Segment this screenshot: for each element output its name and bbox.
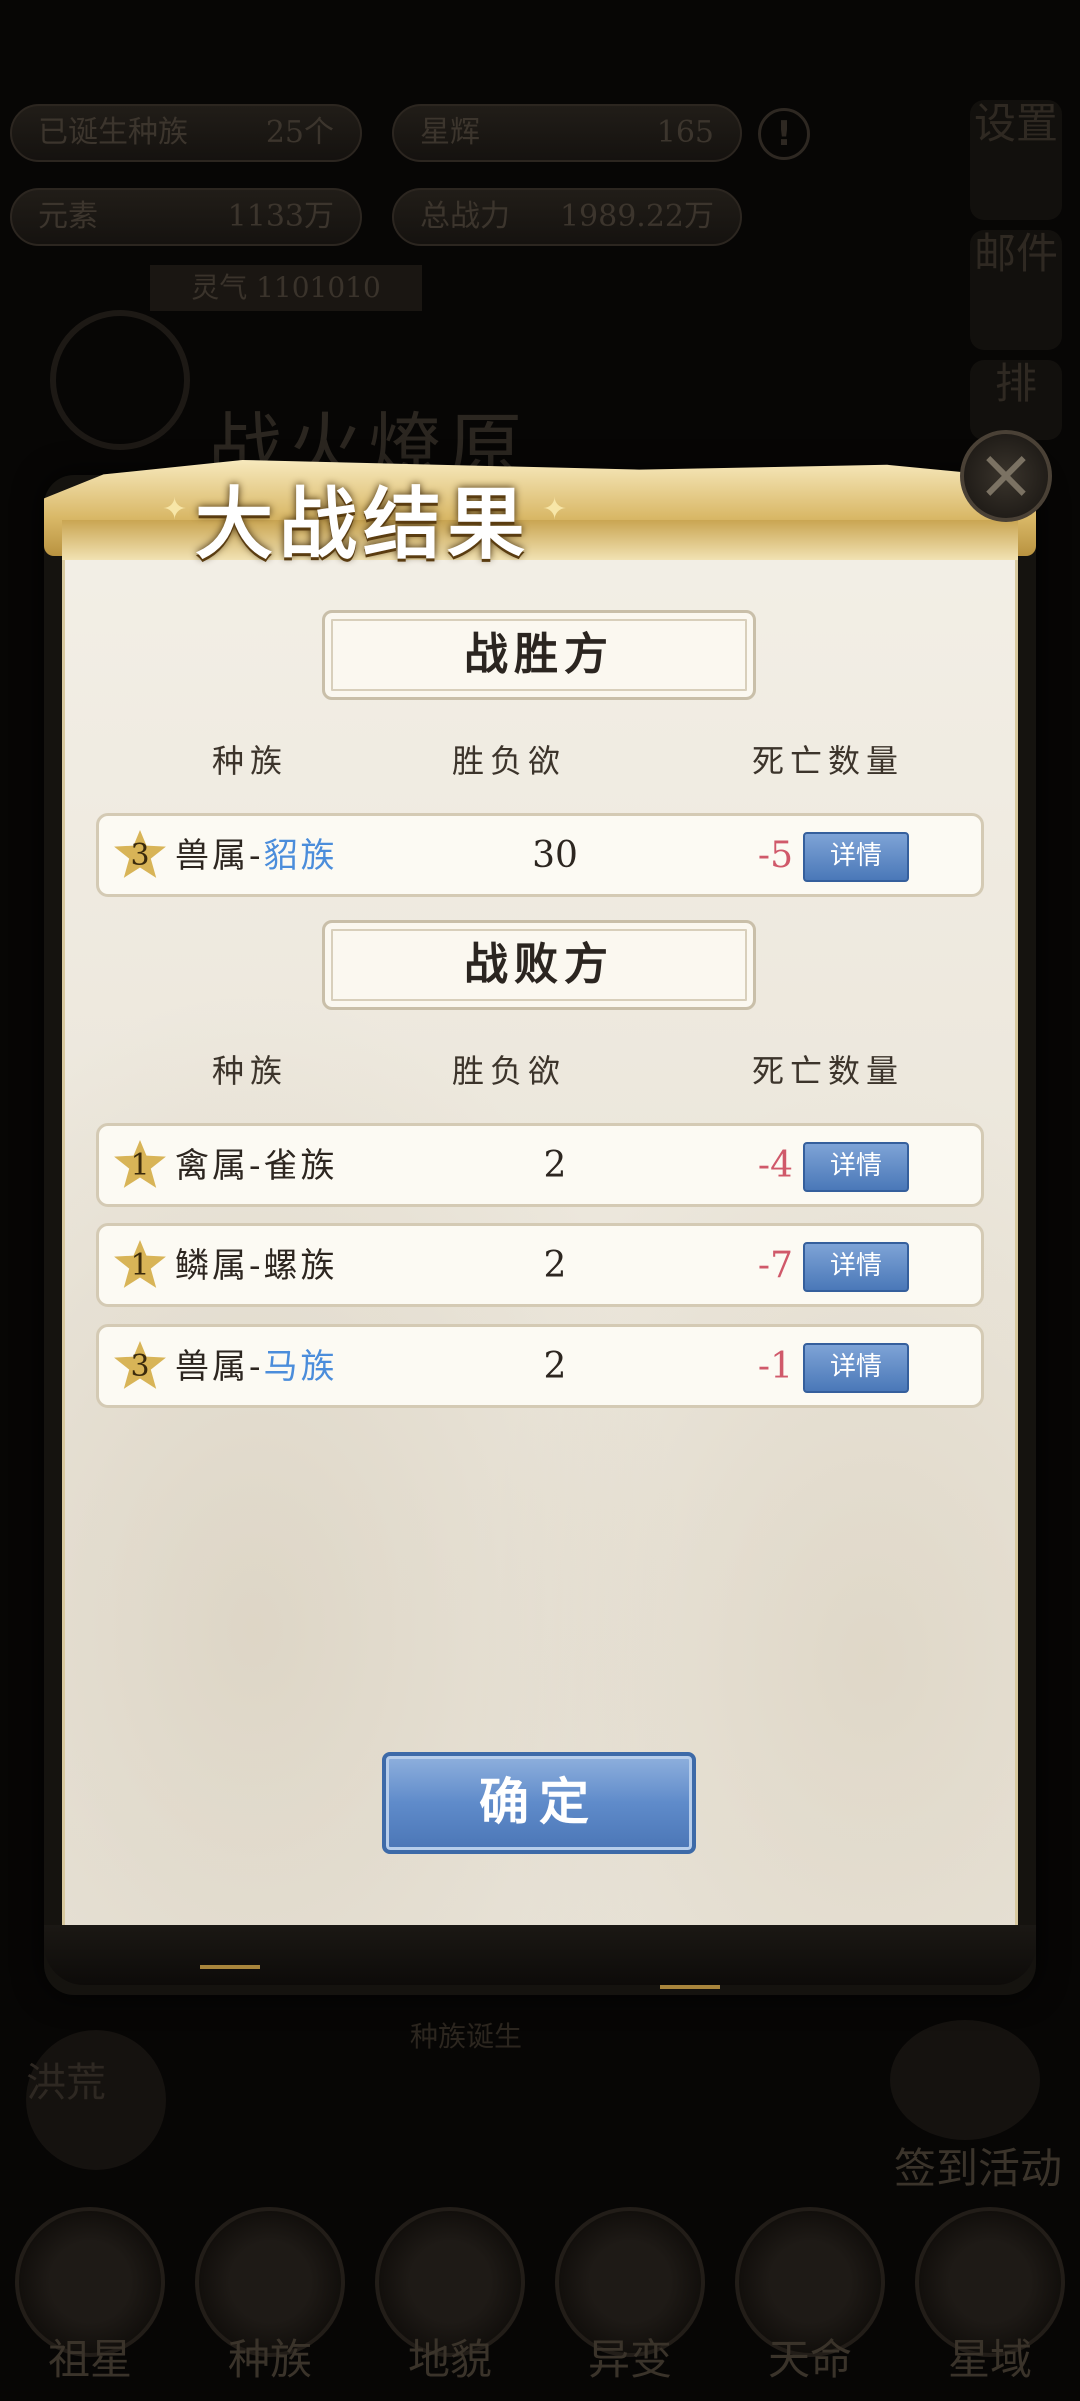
loser-row: 1 禽属-雀族 2 -4 详情 — [96, 1123, 984, 1207]
desire-value: 2 — [543, 1145, 567, 1186]
rank-number: 1 — [130, 1248, 150, 1283]
close-button[interactable]: × — [960, 430, 1052, 522]
death-count: -5 — [757, 835, 793, 876]
race-label: 兽属-马族 — [175, 1341, 338, 1393]
race-name: 貂族 — [263, 836, 338, 876]
nav-label: 异变 — [587, 2335, 672, 2384]
nav-label: 种族 — [227, 2335, 312, 2384]
spirit-badge: 灵气 1101010 — [150, 265, 422, 311]
winners-header: 战胜方 — [322, 610, 756, 700]
dialog-title: 大战结果 — [195, 479, 532, 570]
mail-button: 邮件 — [970, 230, 1062, 350]
race-category: 禽属- — [175, 1146, 264, 1186]
bg-emblem — [50, 310, 190, 450]
checkin-label: 签到活动 — [893, 2144, 1062, 2193]
nav-races: 种族 — [190, 2207, 350, 2387]
info-icon: ! — [758, 108, 810, 160]
race-category: 鳞属- — [175, 1246, 264, 1286]
title-star-icon: ✦ — [542, 492, 568, 527]
race-category: 兽属- — [175, 1347, 264, 1387]
dialog-footer-band — [44, 1925, 1036, 1985]
losers-header: 战败方 — [322, 920, 756, 1010]
col-race: 种族 — [212, 742, 289, 780]
stat-value: 1989.22万 — [559, 199, 714, 234]
nav-label: 地貌 — [407, 2335, 492, 2384]
loser-row: 1 鳞属-螺族 2 -7 详情 — [96, 1223, 984, 1307]
stat-power: 总战力 1989.22万 — [392, 188, 742, 246]
col-deaths: 死亡数量 — [752, 1052, 905, 1090]
title-star-icon: ✦ — [162, 492, 188, 527]
checkin-icon — [890, 2020, 1040, 2140]
stat-value: 1133万 — [227, 199, 334, 234]
death-count: -7 — [757, 1245, 793, 1286]
race-label: 禽属-雀族 — [175, 1140, 338, 1192]
stat-value: 25个 — [265, 115, 334, 150]
stat-starlight: 星辉 165 — [392, 104, 742, 162]
nav-label: 天命 — [767, 2335, 852, 2384]
nav-mutation: 异变 — [550, 2207, 710, 2387]
left-feature-icon: 洪荒 — [26, 2030, 166, 2170]
stat-label: 元素 — [38, 199, 98, 234]
stat-value: 165 — [656, 115, 714, 150]
bg-footer-text: 种族诞生 — [410, 2020, 523, 2053]
close-icon: × — [976, 433, 1036, 515]
detail-button[interactable]: 详情 — [803, 832, 909, 882]
nav-label: 祖星 — [47, 2335, 132, 2384]
nav-star-domain: 星域 — [910, 2207, 1070, 2387]
rank-number: 3 — [130, 838, 150, 873]
nav-destiny: 天命 — [730, 2207, 890, 2387]
confirm-button[interactable]: 确定 — [382, 1752, 696, 1854]
race-name: 螺族 — [263, 1246, 338, 1286]
winner-row: 3 兽属-貂族 30 -5 详情 — [96, 813, 984, 897]
detail-button[interactable]: 详情 — [803, 1343, 909, 1393]
stat-elements: 元素 1133万 — [10, 188, 362, 246]
race-label: 鳞属-螺族 — [175, 1240, 338, 1292]
col-race: 种族 — [212, 1052, 289, 1090]
race-name: 雀族 — [263, 1146, 338, 1186]
settings-button: 设置 — [970, 100, 1062, 220]
nav-planet: 祖星 — [10, 2207, 170, 2387]
rank-number: 3 — [130, 1349, 150, 1384]
nav-label: 星域 — [947, 2335, 1032, 2384]
detail-button[interactable]: 详情 — [803, 1242, 909, 1292]
ornament-line — [660, 1985, 720, 1989]
desire-value: 2 — [543, 1245, 567, 1286]
stat-races: 已诞生种族 25个 — [10, 104, 362, 162]
rank-button: 排 — [970, 360, 1062, 440]
col-deaths: 死亡数量 — [752, 742, 905, 780]
stat-label: 总战力 — [420, 199, 510, 234]
death-count: -1 — [757, 1346, 793, 1387]
stat-label: 已诞生种族 — [38, 115, 188, 150]
death-count: -4 — [757, 1145, 793, 1186]
left-feature-label: 洪荒 — [26, 2060, 106, 2106]
loser-row: 3 兽属-马族 2 -1 详情 — [96, 1324, 984, 1408]
nav-terrain: 地貌 — [370, 2207, 530, 2387]
bottom-nav: 祖星 种族 地貌 异变 天命 星域 — [0, 2191, 1080, 2401]
stat-label: 星辉 — [420, 115, 480, 150]
race-name: 马族 — [263, 1347, 338, 1387]
detail-button[interactable]: 详情 — [803, 1142, 909, 1192]
col-desire: 胜负欲 — [452, 742, 567, 780]
race-label: 兽属-貂族 — [175, 830, 338, 882]
desire-value: 30 — [532, 835, 578, 876]
ornament-line — [200, 1965, 260, 1969]
rank-number: 1 — [130, 1148, 150, 1183]
race-category: 兽属- — [175, 836, 264, 876]
desire-value: 2 — [543, 1346, 567, 1387]
col-desire: 胜负欲 — [452, 1052, 567, 1090]
